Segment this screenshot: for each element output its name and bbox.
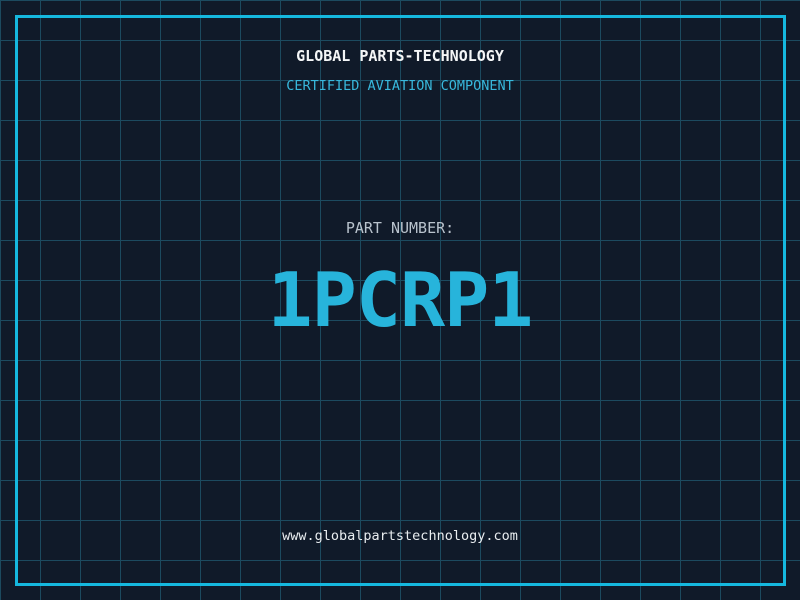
website-url: www.globalpartstechnology.com [282, 528, 518, 544]
brand-tagline: CERTIFIED AVIATION COMPONENT [286, 78, 514, 94]
part-number-value: 1PCRP1 [267, 256, 534, 344]
brand-title: GLOBAL PARTS-TECHNOLOGY [296, 47, 504, 65]
part-number-label: PART NUMBER: [345, 219, 455, 237]
